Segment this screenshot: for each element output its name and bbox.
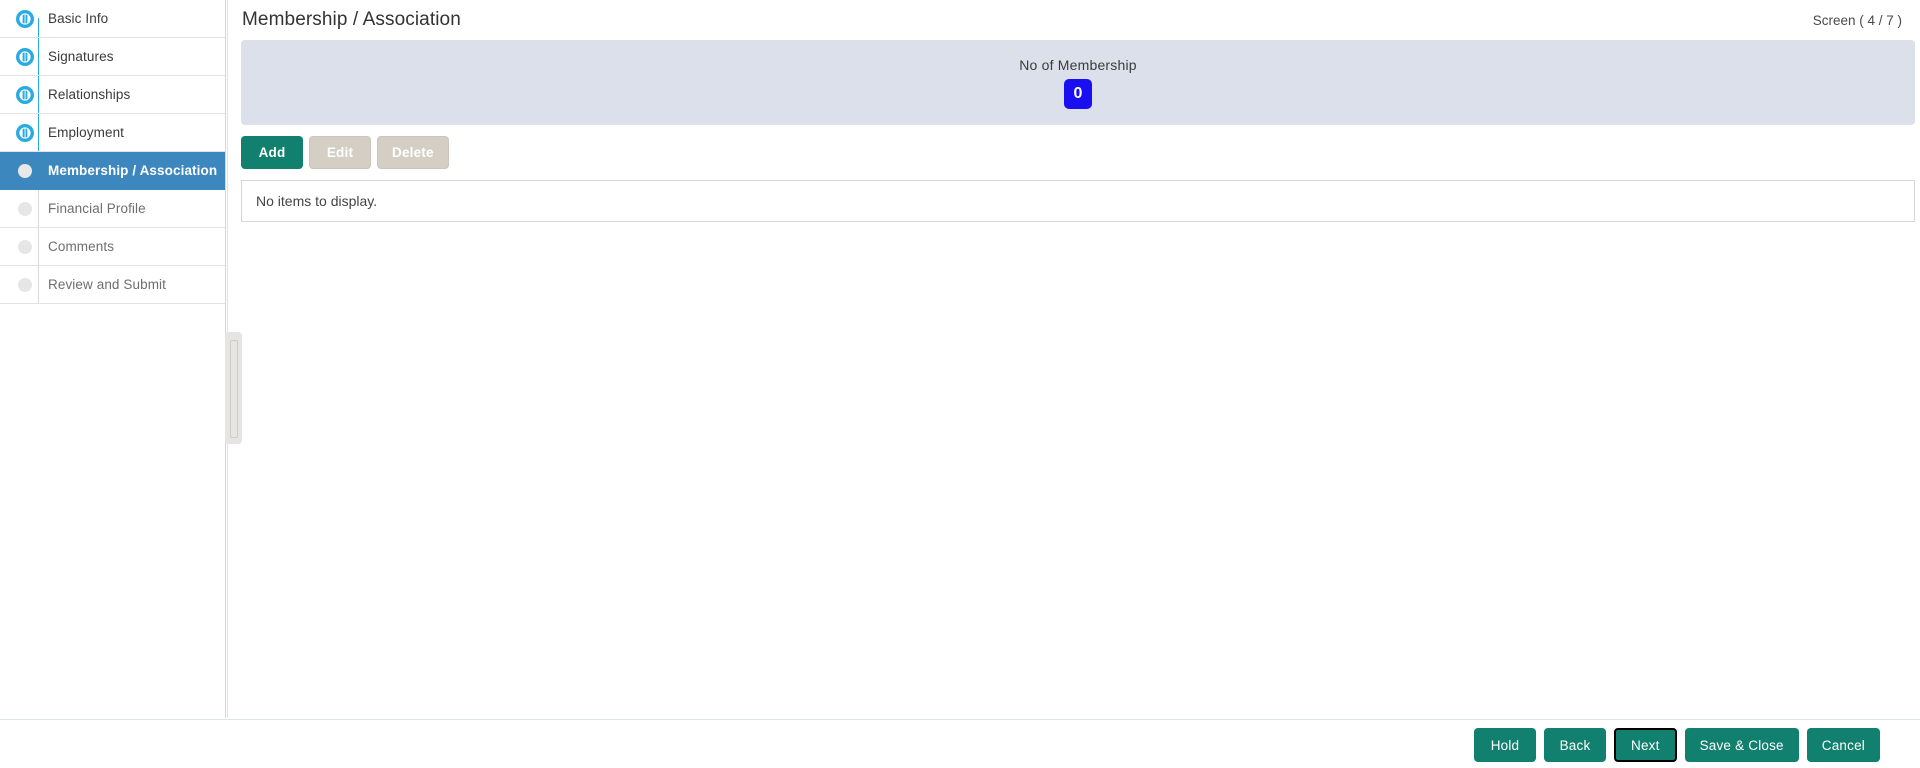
grid-toolbar: Add Edit Delete — [241, 136, 1920, 169]
step-current-icon — [14, 160, 36, 182]
wizard-step-comments[interactable]: Comments — [0, 228, 225, 266]
summary-label: No of Membership — [1019, 56, 1137, 73]
wizard-step-label: Basic Info — [48, 11, 109, 26]
footer-bar: Hold Back Next Save & Close Cancel — [0, 719, 1920, 768]
wizard-step-list: Basic Info Signatures Relationships Employm… — [0, 0, 225, 304]
membership-grid: No items to display. — [241, 180, 1915, 222]
step-complete-icon — [14, 84, 36, 106]
application-root: Basic Info Signatures Relationships Employm… — [0, 0, 1920, 768]
edit-button: Edit — [309, 136, 371, 169]
step-complete-icon — [14, 8, 36, 30]
back-button[interactable]: Back — [1544, 728, 1606, 762]
wizard-step-signatures[interactable]: Signatures — [0, 38, 225, 76]
wizard-step-label: Membership / Association — [48, 163, 218, 178]
wizard-step-label: Comments — [48, 239, 115, 254]
hold-button[interactable]: Hold — [1474, 728, 1536, 762]
add-button[interactable]: Add — [241, 136, 303, 169]
wizard-sidebar: Basic Info Signatures Relationships Employm… — [0, 0, 226, 718]
step-pending-icon — [14, 198, 36, 220]
cancel-button[interactable]: Cancel — [1806, 728, 1880, 762]
wizard-step-label: Relationships — [48, 87, 131, 102]
wizard-step-label: Signatures — [48, 49, 114, 64]
screen-indicator: Screen ( 4 / 7 ) — [1812, 12, 1902, 28]
step-complete-icon — [14, 46, 36, 68]
wizard-step-label: Review and Submit — [48, 277, 167, 292]
wizard-step-basic-info[interactable]: Basic Info — [0, 0, 225, 38]
wizard-step-employment[interactable]: Employment — [0, 114, 225, 152]
sidebar-scrollbar-thumb[interactable] — [225, 332, 242, 444]
membership-count-badge: 0 — [1064, 78, 1092, 109]
membership-summary-band: No of Membership 0 — [241, 40, 1915, 125]
main-content: Membership / Association Screen ( 4 / 7 … — [227, 0, 1920, 718]
save-and-close-button[interactable]: Save & Close — [1684, 728, 1799, 762]
footer-actions: Hold Back Next Save & Close Cancel — [1474, 728, 1880, 762]
step-complete-icon — [14, 122, 36, 144]
content-header: Membership / Association Screen ( 4 / 7 … — [228, 0, 1920, 40]
wizard-step-relationships[interactable]: Relationships — [0, 76, 225, 114]
wizard-step-label: Employment — [48, 125, 125, 140]
page-title: Membership / Association — [242, 9, 461, 30]
wizard-step-label: Financial Profile — [48, 201, 146, 216]
delete-button: Delete — [377, 136, 449, 169]
step-pending-icon — [14, 274, 36, 296]
step-pending-icon — [14, 236, 36, 258]
wizard-step-membership-association[interactable]: Membership / Association — [0, 152, 225, 190]
wizard-step-financial-profile[interactable]: Financial Profile — [0, 190, 225, 228]
grid-empty-message: No items to display. — [256, 193, 378, 209]
next-button[interactable]: Next — [1614, 728, 1677, 762]
wizard-step-review-and-submit[interactable]: Review and Submit — [0, 266, 225, 304]
